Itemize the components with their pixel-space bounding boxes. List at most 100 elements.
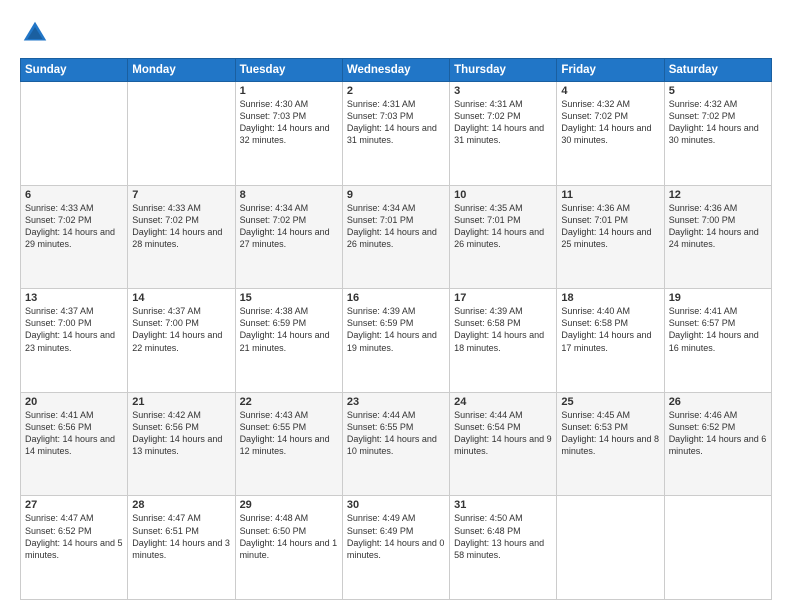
- calendar-cell: [21, 82, 128, 186]
- day-number: 22: [240, 396, 338, 408]
- calendar-header-row: SundayMondayTuesdayWednesdayThursdayFrid…: [21, 59, 772, 82]
- day-info: Sunrise: 4:30 AMSunset: 7:03 PMDaylight:…: [240, 98, 338, 147]
- day-info: Sunrise: 4:37 AMSunset: 7:00 PMDaylight:…: [25, 305, 123, 354]
- day-info: Sunrise: 4:32 AMSunset: 7:02 PMDaylight:…: [561, 98, 659, 147]
- calendar-header-thursday: Thursday: [450, 59, 557, 82]
- day-number: 20: [25, 396, 123, 408]
- calendar-header-tuesday: Tuesday: [235, 59, 342, 82]
- calendar-cell: 23Sunrise: 4:44 AMSunset: 6:55 PMDayligh…: [342, 392, 449, 496]
- calendar-cell: 6Sunrise: 4:33 AMSunset: 7:02 PMDaylight…: [21, 185, 128, 289]
- calendar-cell: [664, 496, 771, 600]
- day-info: Sunrise: 4:42 AMSunset: 6:56 PMDaylight:…: [132, 409, 230, 458]
- calendar-cell: 22Sunrise: 4:43 AMSunset: 6:55 PMDayligh…: [235, 392, 342, 496]
- day-info: Sunrise: 4:35 AMSunset: 7:01 PMDaylight:…: [454, 202, 552, 251]
- day-info: Sunrise: 4:41 AMSunset: 6:57 PMDaylight:…: [669, 305, 767, 354]
- day-info: Sunrise: 4:45 AMSunset: 6:53 PMDaylight:…: [561, 409, 659, 458]
- day-number: 10: [454, 189, 552, 201]
- day-info: Sunrise: 4:33 AMSunset: 7:02 PMDaylight:…: [25, 202, 123, 251]
- page: SundayMondayTuesdayWednesdayThursdayFrid…: [0, 0, 792, 612]
- calendar-cell: 4Sunrise: 4:32 AMSunset: 7:02 PMDaylight…: [557, 82, 664, 186]
- calendar-header-friday: Friday: [557, 59, 664, 82]
- day-number: 19: [669, 292, 767, 304]
- calendar-week-3: 13Sunrise: 4:37 AMSunset: 7:00 PMDayligh…: [21, 289, 772, 393]
- day-number: 25: [561, 396, 659, 408]
- calendar-cell: 25Sunrise: 4:45 AMSunset: 6:53 PMDayligh…: [557, 392, 664, 496]
- calendar-cell: [128, 82, 235, 186]
- day-number: 3: [454, 85, 552, 97]
- day-number: 24: [454, 396, 552, 408]
- calendar-week-5: 27Sunrise: 4:47 AMSunset: 6:52 PMDayligh…: [21, 496, 772, 600]
- day-info: Sunrise: 4:36 AMSunset: 7:01 PMDaylight:…: [561, 202, 659, 251]
- day-number: 23: [347, 396, 445, 408]
- calendar-cell: 19Sunrise: 4:41 AMSunset: 6:57 PMDayligh…: [664, 289, 771, 393]
- calendar-cell: 28Sunrise: 4:47 AMSunset: 6:51 PMDayligh…: [128, 496, 235, 600]
- day-info: Sunrise: 4:47 AMSunset: 6:52 PMDaylight:…: [25, 512, 123, 561]
- calendar-cell: 18Sunrise: 4:40 AMSunset: 6:58 PMDayligh…: [557, 289, 664, 393]
- day-info: Sunrise: 4:37 AMSunset: 7:00 PMDaylight:…: [132, 305, 230, 354]
- day-info: Sunrise: 4:49 AMSunset: 6:49 PMDaylight:…: [347, 512, 445, 561]
- day-info: Sunrise: 4:31 AMSunset: 7:03 PMDaylight:…: [347, 98, 445, 147]
- calendar-cell: 5Sunrise: 4:32 AMSunset: 7:02 PMDaylight…: [664, 82, 771, 186]
- day-number: 15: [240, 292, 338, 304]
- day-info: Sunrise: 4:46 AMSunset: 6:52 PMDaylight:…: [669, 409, 767, 458]
- day-number: 9: [347, 189, 445, 201]
- calendar-cell: 7Sunrise: 4:33 AMSunset: 7:02 PMDaylight…: [128, 185, 235, 289]
- calendar-cell: 20Sunrise: 4:41 AMSunset: 6:56 PMDayligh…: [21, 392, 128, 496]
- calendar-cell: 13Sunrise: 4:37 AMSunset: 7:00 PMDayligh…: [21, 289, 128, 393]
- day-number: 16: [347, 292, 445, 304]
- day-info: Sunrise: 4:39 AMSunset: 6:58 PMDaylight:…: [454, 305, 552, 354]
- calendar-week-2: 6Sunrise: 4:33 AMSunset: 7:02 PMDaylight…: [21, 185, 772, 289]
- calendar-cell: 12Sunrise: 4:36 AMSunset: 7:00 PMDayligh…: [664, 185, 771, 289]
- day-info: Sunrise: 4:50 AMSunset: 6:48 PMDaylight:…: [454, 512, 552, 561]
- day-info: Sunrise: 4:31 AMSunset: 7:02 PMDaylight:…: [454, 98, 552, 147]
- calendar-cell: 9Sunrise: 4:34 AMSunset: 7:01 PMDaylight…: [342, 185, 449, 289]
- calendar-header-wednesday: Wednesday: [342, 59, 449, 82]
- day-number: 8: [240, 189, 338, 201]
- calendar-cell: 29Sunrise: 4:48 AMSunset: 6:50 PMDayligh…: [235, 496, 342, 600]
- calendar-cell: 3Sunrise: 4:31 AMSunset: 7:02 PMDaylight…: [450, 82, 557, 186]
- calendar-cell: 31Sunrise: 4:50 AMSunset: 6:48 PMDayligh…: [450, 496, 557, 600]
- day-number: 27: [25, 499, 123, 511]
- day-info: Sunrise: 4:34 AMSunset: 7:01 PMDaylight:…: [347, 202, 445, 251]
- day-info: Sunrise: 4:39 AMSunset: 6:59 PMDaylight:…: [347, 305, 445, 354]
- calendar-cell: 15Sunrise: 4:38 AMSunset: 6:59 PMDayligh…: [235, 289, 342, 393]
- calendar-cell: 21Sunrise: 4:42 AMSunset: 6:56 PMDayligh…: [128, 392, 235, 496]
- day-info: Sunrise: 4:48 AMSunset: 6:50 PMDaylight:…: [240, 512, 338, 561]
- day-info: Sunrise: 4:43 AMSunset: 6:55 PMDaylight:…: [240, 409, 338, 458]
- calendar-cell: 11Sunrise: 4:36 AMSunset: 7:01 PMDayligh…: [557, 185, 664, 289]
- calendar-table: SundayMondayTuesdayWednesdayThursdayFrid…: [20, 58, 772, 600]
- day-info: Sunrise: 4:34 AMSunset: 7:02 PMDaylight:…: [240, 202, 338, 251]
- day-number: 30: [347, 499, 445, 511]
- day-info: Sunrise: 4:36 AMSunset: 7:00 PMDaylight:…: [669, 202, 767, 251]
- day-number: 13: [25, 292, 123, 304]
- day-info: Sunrise: 4:38 AMSunset: 6:59 PMDaylight:…: [240, 305, 338, 354]
- day-number: 18: [561, 292, 659, 304]
- day-info: Sunrise: 4:40 AMSunset: 6:58 PMDaylight:…: [561, 305, 659, 354]
- day-number: 6: [25, 189, 123, 201]
- day-number: 28: [132, 499, 230, 511]
- calendar-header-monday: Monday: [128, 59, 235, 82]
- calendar-week-1: 1Sunrise: 4:30 AMSunset: 7:03 PMDaylight…: [21, 82, 772, 186]
- calendar-cell: 17Sunrise: 4:39 AMSunset: 6:58 PMDayligh…: [450, 289, 557, 393]
- day-number: 31: [454, 499, 552, 511]
- day-number: 11: [561, 189, 659, 201]
- calendar-cell: 27Sunrise: 4:47 AMSunset: 6:52 PMDayligh…: [21, 496, 128, 600]
- day-number: 5: [669, 85, 767, 97]
- day-number: 26: [669, 396, 767, 408]
- day-number: 4: [561, 85, 659, 97]
- calendar-cell: 10Sunrise: 4:35 AMSunset: 7:01 PMDayligh…: [450, 185, 557, 289]
- calendar-week-4: 20Sunrise: 4:41 AMSunset: 6:56 PMDayligh…: [21, 392, 772, 496]
- calendar-cell: 2Sunrise: 4:31 AMSunset: 7:03 PMDaylight…: [342, 82, 449, 186]
- day-number: 12: [669, 189, 767, 201]
- day-info: Sunrise: 4:41 AMSunset: 6:56 PMDaylight:…: [25, 409, 123, 458]
- header: [20, 18, 772, 48]
- calendar-header-saturday: Saturday: [664, 59, 771, 82]
- calendar-cell: 30Sunrise: 4:49 AMSunset: 6:49 PMDayligh…: [342, 496, 449, 600]
- day-info: Sunrise: 4:47 AMSunset: 6:51 PMDaylight:…: [132, 512, 230, 561]
- calendar-cell: 14Sunrise: 4:37 AMSunset: 7:00 PMDayligh…: [128, 289, 235, 393]
- calendar-cell: 24Sunrise: 4:44 AMSunset: 6:54 PMDayligh…: [450, 392, 557, 496]
- calendar-cell: 26Sunrise: 4:46 AMSunset: 6:52 PMDayligh…: [664, 392, 771, 496]
- day-number: 7: [132, 189, 230, 201]
- day-number: 17: [454, 292, 552, 304]
- calendar-cell: 16Sunrise: 4:39 AMSunset: 6:59 PMDayligh…: [342, 289, 449, 393]
